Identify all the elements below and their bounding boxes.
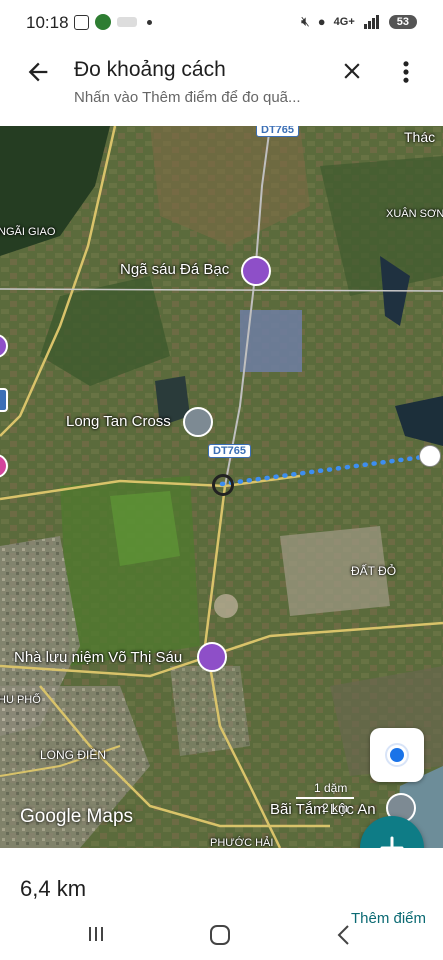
back-arrow-icon[interactable] (24, 58, 52, 86)
more-options-icon[interactable] (396, 58, 416, 86)
screenshot-icon (74, 14, 89, 30)
back-nav-icon[interactable] (336, 924, 352, 946)
measure-panel: 6,4 km Thêm điểm (0, 848, 443, 960)
measure-end-point[interactable] (419, 445, 441, 467)
scale-label-miles: 1 dặm (314, 781, 348, 795)
more-notifications-dot (147, 19, 152, 25)
network-type: 4G+ (333, 15, 355, 28)
my-location-button[interactable] (370, 728, 424, 782)
scale-label-km: 2 km (322, 801, 349, 815)
mute-icon: 🔇︎ (300, 13, 310, 29)
measure-start-point[interactable] (212, 474, 234, 496)
home-icon[interactable] (209, 924, 231, 946)
battery-indicator: 53 (388, 14, 417, 29)
app-notification-icon (95, 14, 111, 30)
close-icon[interactable] (339, 58, 365, 84)
app-notification-icon-2 (117, 17, 137, 27)
measured-distance: 6,4 km (20, 876, 87, 901)
signal-icon (363, 14, 379, 29)
page-title: Đo khoảng cách (74, 58, 226, 81)
scale-bar: 1 dặm 2 km (296, 781, 356, 815)
status-bar: 10:18 🔇︎ ● 4G+ 53 (0, 0, 443, 46)
page-subtitle: Nhấn vào Thêm điểm để đo quã... (74, 89, 301, 106)
measure-header: Đo khoảng cách Nhấn vào Thêm điểm để đo … (0, 46, 443, 126)
recent-apps-icon[interactable] (86, 924, 106, 944)
google-maps-watermark: Google Maps (20, 806, 134, 827)
status-time: 10:18 (26, 13, 69, 32)
my-location-icon (390, 748, 404, 762)
location-icon: ● (317, 14, 326, 29)
system-nav-bar (0, 916, 443, 960)
